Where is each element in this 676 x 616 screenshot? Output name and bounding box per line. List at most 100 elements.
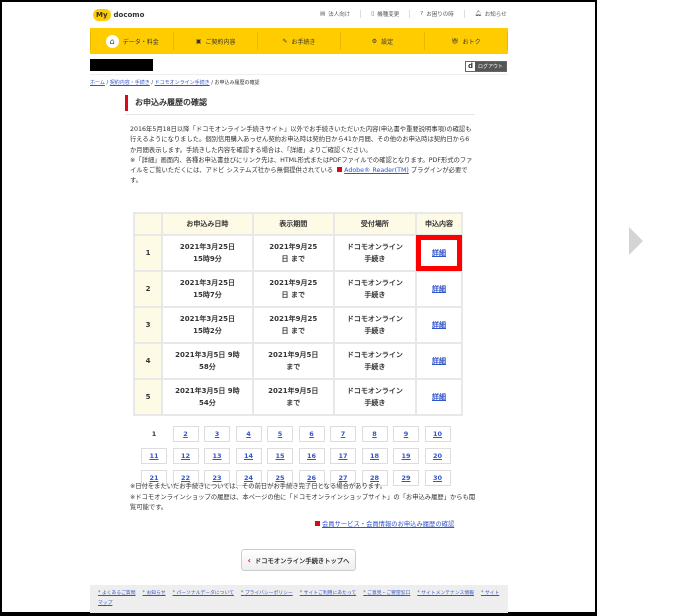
- footer-link[interactable]: プライバシーポリシー: [241, 591, 293, 596]
- home-icon: ⌂: [105, 34, 119, 48]
- detail-link[interactable]: 詳細: [432, 393, 446, 401]
- display-period: 2021年9月25日 まで: [251, 270, 335, 308]
- reception-place: ドコモオンライン 手続き: [332, 306, 418, 344]
- page-link[interactable]: 9: [393, 426, 419, 442]
- logout-button[interactable]: d ログアウト: [465, 61, 508, 72]
- external-link-icon: [337, 167, 343, 173]
- page-link[interactable]: 18: [361, 448, 388, 464]
- page-link[interactable]: 20: [424, 448, 451, 464]
- row-number: 2: [133, 270, 163, 308]
- display-period: 2021年9月5日 まで: [251, 378, 335, 416]
- contract-icon: ▣: [195, 37, 202, 45]
- nav-contract[interactable]: ▣ ご契約内容: [173, 32, 256, 50]
- top-link-help[interactable]: ? お困りの時: [410, 10, 465, 18]
- gear-icon: ⚙: [371, 37, 378, 45]
- page-link[interactable]: 1: [141, 426, 167, 442]
- footer-link[interactable]: パーソナルデータについて: [173, 591, 234, 596]
- member-history-link[interactable]: 会員サービス・会員情報のお申込み履歴の確認: [313, 519, 454, 528]
- footer-link[interactable]: サイトご利用にあたって: [300, 591, 356, 596]
- page-link[interactable]: 15: [267, 448, 293, 464]
- footer-links: よくあるご質問 お知らせ パーソナルデータについて プライバシーポリシー サイトご利用に…: [90, 585, 508, 613]
- row-number: 4: [133, 342, 163, 380]
- page-link[interactable]: 10: [424, 426, 451, 442]
- back-to-top-button[interactable]: ‹ ドコモオンライン手続きトップへ: [241, 549, 356, 571]
- table-row: 2 2021年3月25日 15時7分 2021年9月25日 まで ドコモオンライ…: [133, 270, 463, 308]
- display-period: 2021年9月25日 まで: [251, 234, 335, 272]
- application-date: 2021年3月5日 9時58分: [161, 342, 254, 380]
- page-link[interactable]: 13: [204, 448, 230, 464]
- footer-link[interactable]: サイトメンテナンス情報: [417, 591, 474, 596]
- breadcrumb-contract[interactable]: 契約内容・手続き: [110, 80, 150, 86]
- page-link[interactable]: 4: [235, 426, 262, 442]
- application-date: 2021年3月5日 9時54分: [161, 378, 254, 416]
- page-link[interactable]: 16: [298, 448, 325, 464]
- adobe-reader-link[interactable]: Adobe® Reader(TM): [344, 167, 409, 174]
- page-link[interactable]: 14: [235, 448, 262, 464]
- detail-link[interactable]: 詳細: [432, 249, 446, 257]
- divider: [90, 74, 508, 75]
- edit-icon: ✎: [282, 37, 288, 45]
- page-link[interactable]: 5: [267, 426, 293, 442]
- detail-cell: 詳細: [415, 234, 463, 272]
- application-date: 2021年3月25日 15時2分: [161, 306, 254, 344]
- nav-procedures[interactable]: ✎ お手続き: [256, 32, 340, 50]
- page-link[interactable]: 2: [172, 426, 199, 442]
- breadcrumb: ホーム / 契約内容・手続き / ドコモオンライン手続き / お申込み履歴の確認: [90, 80, 260, 86]
- footer-link[interactable]: お知らせ: [143, 591, 166, 596]
- page-title: お申込み履歴の確認: [125, 95, 207, 111]
- table-row: 1 2021年3月25日 15時9分 2021年9月25日 まで ドコモオンライ…: [133, 234, 463, 272]
- page-link[interactable]: 6: [298, 426, 325, 442]
- row-number: 3: [133, 306, 163, 344]
- detail-cell: 詳細: [415, 342, 463, 380]
- redacted-user-name: [90, 59, 153, 71]
- row-number: 1: [133, 234, 163, 272]
- top-link-notice[interactable]: 🔔︎ お知らせ: [465, 10, 517, 18]
- divider: [125, 114, 475, 115]
- nav-deals[interactable]: 🎁︎ おトク: [423, 32, 509, 50]
- page-link[interactable]: 8: [361, 426, 388, 442]
- table-row: 5 2021年3月5日 9時54分 2021年9月5日 まで ドコモオンライン …: [133, 378, 463, 416]
- breadcrumb-online[interactable]: ドコモオンライン手続き: [155, 80, 210, 86]
- display-period: 2021年9月5日 まで: [251, 342, 335, 380]
- detail-link[interactable]: 詳細: [432, 285, 446, 293]
- mydocomo-logo[interactable]: My docomo: [93, 9, 144, 21]
- breadcrumb-home[interactable]: ホーム: [90, 80, 105, 86]
- pagination: 1 2 3 4 5 6 7 8 9 10 11 12 13 14 15 16 17 18 19 20 21 22 23 24 2…: [141, 426, 451, 486]
- row-number: 5: [133, 378, 163, 416]
- notes: ※日付をまたいだお手続きについては、その前日がお手続き完了日となる場合があります…: [130, 483, 476, 511]
- table-row: 4 2021年3月5日 9時58分 2021年9月5日 まで ドコモオンライン …: [133, 342, 463, 380]
- reception-place: ドコモオンライン 手続き: [332, 342, 418, 380]
- footer-link[interactable]: よくあるご質問: [98, 591, 136, 596]
- page-link[interactable]: 17: [330, 448, 356, 464]
- gift-icon: 🎁︎: [451, 37, 459, 45]
- detail-link[interactable]: 詳細: [432, 321, 446, 329]
- display-period: 2021年9月25日 まで: [251, 306, 335, 344]
- top-link-business[interactable]: ▤ 法人向け: [310, 10, 362, 18]
- nav-data-fee[interactable]: ⌂ データ・料金: [90, 32, 173, 50]
- table-header: お申込み日時 表示期間 受付場所 申込内容: [133, 212, 463, 236]
- page-link[interactable]: 7: [330, 426, 356, 442]
- next-arrow-icon[interactable]: [629, 227, 643, 255]
- intro-text: 2016年5月18日以降「ドコモオンライン手続きサイト」以外でお手続きいただいた…: [130, 126, 473, 185]
- application-date: 2021年3月25日 15時7分: [161, 270, 254, 308]
- top-link-model-change[interactable]: ▯ 機種変更: [361, 10, 411, 18]
- detail-cell: 詳細: [415, 306, 463, 344]
- link-bullet-icon: [315, 521, 320, 526]
- table-row: 3 2021年3月25日 15時2分 2021年9月25日 まで ドコモオンライ…: [133, 306, 463, 344]
- detail-cell: 詳細: [415, 270, 463, 308]
- page-link[interactable]: 11: [141, 448, 167, 464]
- reception-place: ドコモオンライン 手続き: [332, 270, 418, 308]
- history-table: お申込み日時 表示期間 受付場所 申込内容 1 2021年3月25日 15時9分 20…: [133, 212, 463, 416]
- page-link[interactable]: 19: [393, 448, 419, 464]
- footer-link[interactable]: ご意見・ご要望窓口: [363, 591, 410, 596]
- detail-link[interactable]: 詳細: [432, 357, 446, 365]
- page-link[interactable]: 12: [172, 448, 199, 464]
- chevron-left-icon: ‹: [247, 555, 251, 565]
- top-links: ▤ 法人向け ▯ 機種変更 ? お困りの時 🔔︎ お知らせ: [310, 10, 517, 18]
- application-date: 2021年3月25日 15時9分: [161, 234, 254, 272]
- detail-cell: 詳細: [415, 378, 463, 416]
- page-link[interactable]: 3: [204, 426, 230, 442]
- global-nav: ⌂ データ・料金 ▣ ご契約内容 ✎ お手続き ⚙ 設定 🎁︎ おトク: [90, 28, 509, 54]
- nav-settings[interactable]: ⚙ 設定: [340, 32, 423, 50]
- reception-place: ドコモオンライン 手続き: [332, 378, 418, 416]
